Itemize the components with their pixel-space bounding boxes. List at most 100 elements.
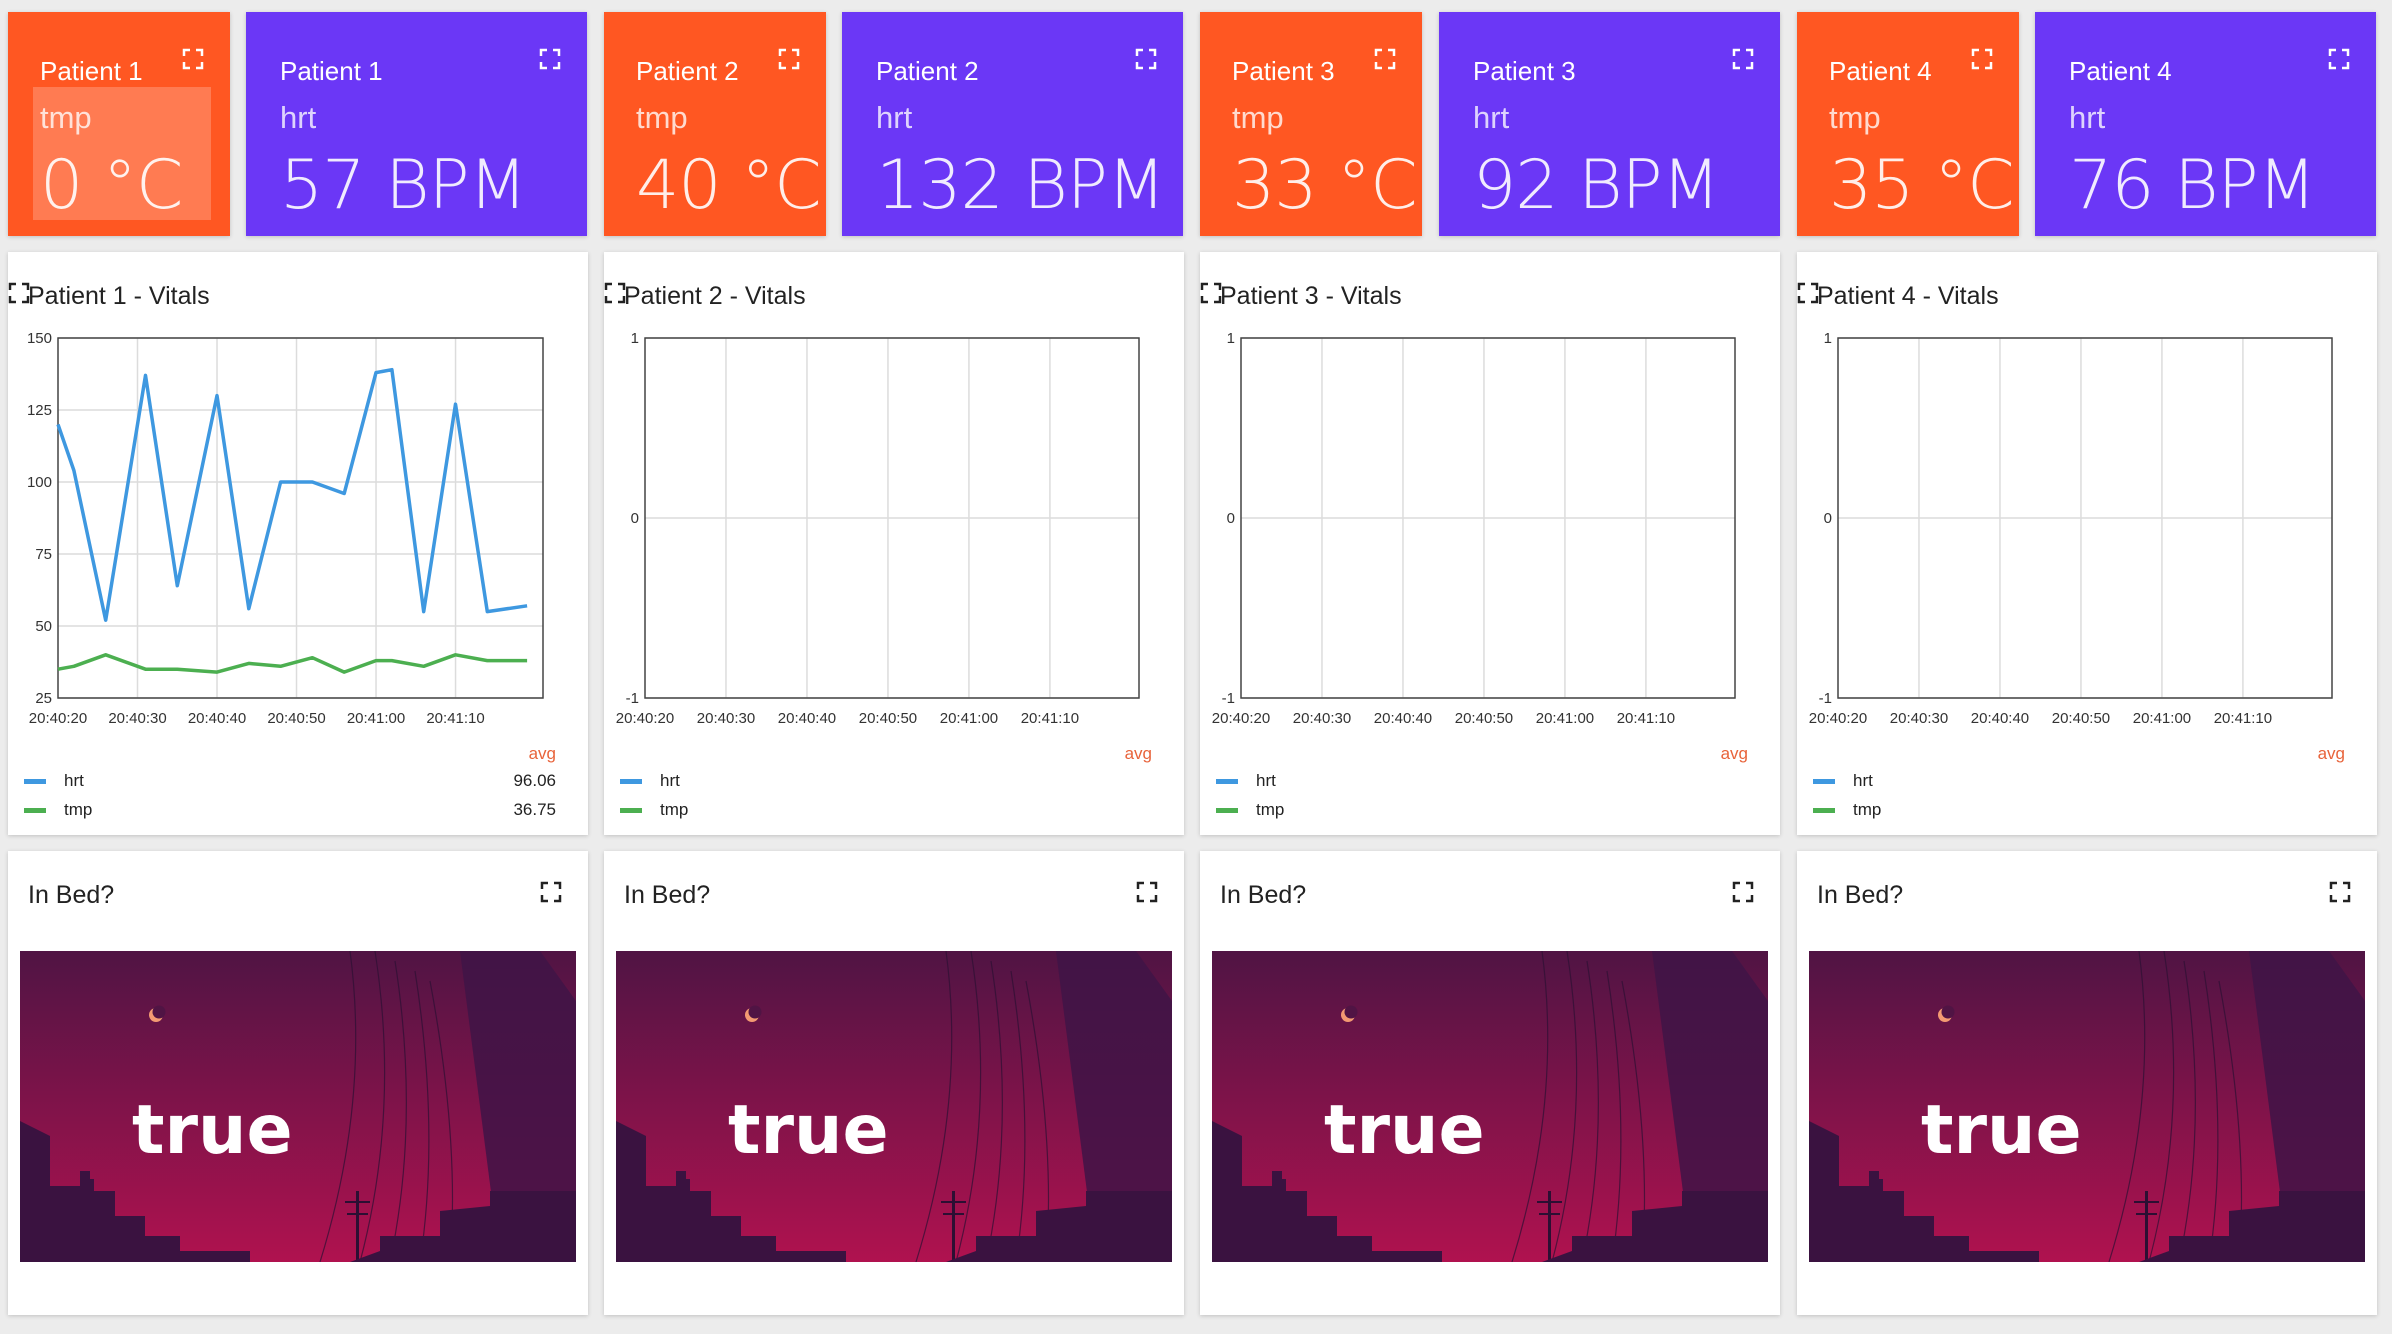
legend-label-hrt: hrt bbox=[660, 771, 680, 790]
x-tick-label: 20:40:40 bbox=[1971, 710, 2029, 727]
x-tick-label: 20:40:30 bbox=[697, 710, 755, 727]
x-tick-label: 20:40:50 bbox=[859, 710, 917, 727]
stat-value: 35 °C bbox=[1829, 146, 2015, 225]
plot-frame bbox=[57, 337, 544, 699]
in-bed-value: true bbox=[1324, 1091, 1485, 1170]
legend-swatch-hrt bbox=[620, 779, 642, 784]
fullscreen-icon[interactable] bbox=[8, 282, 30, 304]
stat-tile-patient-1-hrt: Patient 1 hrt 57 BPM bbox=[246, 12, 587, 236]
y-tick-label: -1 bbox=[1222, 690, 1235, 707]
stat-tile-patient-3-tmp: Patient 3 tmp 33 °C bbox=[1200, 12, 1422, 236]
fullscreen-icon[interactable] bbox=[778, 48, 800, 70]
stat-title: Patient 2 bbox=[636, 56, 739, 86]
night-scene-image bbox=[1809, 951, 2365, 1262]
in-bed-value: true bbox=[132, 1091, 293, 1170]
fullscreen-icon[interactable] bbox=[1200, 282, 1222, 304]
stat-value: 92 BPM bbox=[1473, 146, 1720, 225]
legend-avg-header: avg bbox=[1720, 744, 1748, 763]
stat-title: Patient 4 bbox=[1829, 56, 1932, 86]
utility-crossbar bbox=[943, 1213, 964, 1215]
legend-swatch-hrt bbox=[24, 779, 46, 784]
legend-swatch-hrt bbox=[1216, 779, 1238, 784]
series-line-tmp bbox=[57, 653, 528, 674]
fullscreen-icon[interactable] bbox=[1136, 881, 1158, 903]
legend-avg-header: avg bbox=[528, 744, 556, 763]
y-tick-label: 125 bbox=[27, 402, 52, 419]
fullscreen-icon[interactable] bbox=[539, 48, 561, 70]
legend-label-tmp: tmp bbox=[1853, 800, 1882, 819]
utility-crossbar bbox=[1539, 1213, 1560, 1215]
fullscreen-icon[interactable] bbox=[1971, 48, 1993, 70]
fullscreen-icon[interactable] bbox=[1797, 282, 1819, 304]
stat-title: Patient 4 bbox=[2069, 56, 2172, 86]
legend-avg-header: avg bbox=[1124, 744, 1152, 763]
in-bed-value: true bbox=[1921, 1091, 2082, 1170]
moon-shadow bbox=[152, 1005, 166, 1019]
night-scene-background: true bbox=[1212, 951, 1768, 1262]
vitals-card-patient-4: 1 0 -1 20:40:20 20:40:30 20:40:40 20:40:50 20:4… bbox=[1797, 252, 2377, 835]
series-line-hrt bbox=[56, 367, 528, 622]
legend-swatch-tmp bbox=[620, 808, 642, 813]
fullscreen-icon[interactable] bbox=[1732, 881, 1754, 903]
stat-metric: tmp bbox=[636, 100, 688, 135]
night-scene-background: true bbox=[616, 951, 1172, 1262]
stat-title: Patient 1 bbox=[280, 56, 383, 86]
card-title: Patient 4 - Vitals bbox=[1817, 282, 1999, 310]
y-tick-label: 0 bbox=[1824, 510, 1832, 527]
legend-label-tmp: tmp bbox=[660, 800, 689, 819]
stat-metric: hrt bbox=[280, 100, 317, 135]
card-title: In Bed? bbox=[1220, 881, 1307, 909]
y-tick-label: -1 bbox=[1819, 690, 1832, 707]
fullscreen-icon[interactable] bbox=[1732, 48, 1754, 70]
x-tick-label: 20:41:00 bbox=[1536, 710, 1594, 727]
vitals-chart: 1 0 -1 20:40:20 20:40:30 20:40:40 20:40:50 20:4… bbox=[1809, 330, 2333, 727]
legend-swatch-hrt bbox=[1813, 779, 1835, 784]
vitals-chart: 150 125 100 75 50 25 20:40:20 20:40:30 20:40:40 2… bbox=[27, 330, 544, 727]
x-tick-label: 20:40:50 bbox=[267, 710, 325, 727]
x-tick-label: 20:40:20 bbox=[616, 710, 674, 727]
legend-swatch-tmp bbox=[1813, 808, 1835, 813]
y-tick-label: 1 bbox=[1227, 330, 1235, 347]
fullscreen-icon[interactable] bbox=[1374, 48, 1396, 70]
x-tick-label: 20:40:40 bbox=[188, 710, 246, 727]
y-tick-label: 0 bbox=[631, 510, 639, 527]
card-title: In Bed? bbox=[28, 881, 115, 909]
stat-metric: hrt bbox=[2069, 100, 2106, 135]
fullscreen-icon[interactable] bbox=[2329, 881, 2351, 903]
fullscreen-icon[interactable] bbox=[1135, 48, 1157, 70]
x-tick-label: 20:40:50 bbox=[1455, 710, 1513, 727]
fullscreen-icon[interactable] bbox=[182, 48, 204, 70]
vitals-chart: 1 0 -1 20:40:20 20:40:30 20:40:40 20:40:50 20:4… bbox=[616, 330, 1140, 727]
stat-title: Patient 3 bbox=[1473, 56, 1576, 86]
stat-tile-patient-1-tmp: Patient 1 tmp 0 °C bbox=[8, 12, 230, 236]
x-tick-label: 20:41:00 bbox=[347, 710, 405, 727]
night-scene-image bbox=[616, 951, 1172, 1262]
utility-crossbar bbox=[347, 1213, 368, 1215]
x-tick-label: 20:40:40 bbox=[778, 710, 836, 727]
y-tick-label: 1 bbox=[631, 330, 639, 347]
y-tick-label: 75 bbox=[35, 546, 52, 563]
fullscreen-icon[interactable] bbox=[2328, 48, 2350, 70]
stat-value: 40 °C bbox=[636, 146, 822, 225]
legend-swatch-tmp bbox=[1216, 808, 1238, 813]
y-tick-label: 1 bbox=[1824, 330, 1832, 347]
stat-value: 132 BPM bbox=[876, 146, 1166, 225]
stat-value: 33 °C bbox=[1232, 146, 1418, 225]
legend-label-hrt: hrt bbox=[1853, 771, 1873, 790]
fullscreen-icon[interactable] bbox=[604, 282, 626, 304]
stat-title: Patient 1 bbox=[40, 56, 143, 86]
card-title: In Bed? bbox=[624, 881, 711, 909]
x-tick-label: 20:40:50 bbox=[2052, 710, 2110, 727]
utility-crossbar bbox=[941, 1201, 966, 1203]
in-bed-value: true bbox=[728, 1091, 889, 1170]
fullscreen-icon[interactable] bbox=[540, 881, 562, 903]
y-tick-label: 0 bbox=[1227, 510, 1235, 527]
stat-metric: tmp bbox=[40, 100, 92, 135]
night-scene-image bbox=[20, 951, 576, 1262]
stat-value: 57 BPM bbox=[280, 146, 527, 225]
legend-label-hrt: hrt bbox=[64, 771, 84, 790]
x-tick-label: 20:40:20 bbox=[1212, 710, 1270, 727]
x-tick-label: 20:41:10 bbox=[426, 710, 484, 727]
y-tick-label: 50 bbox=[35, 618, 52, 635]
x-tick-label: 20:40:30 bbox=[1890, 710, 1948, 727]
